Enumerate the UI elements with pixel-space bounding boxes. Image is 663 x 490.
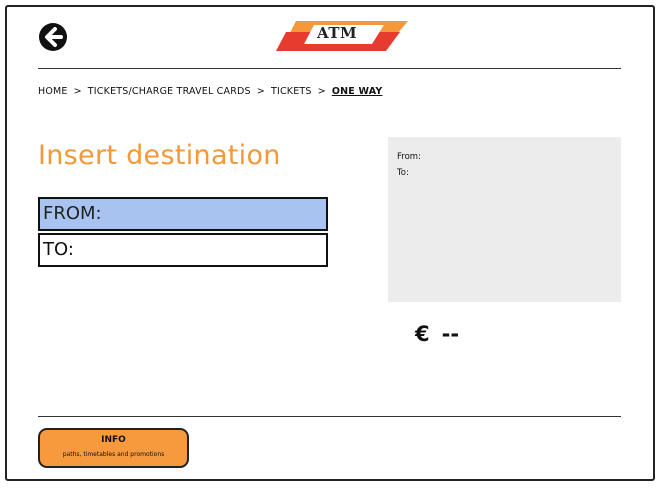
info-button-subtitle: paths, timetables and promotions <box>62 451 165 458</box>
breadcrumb-separator: > <box>73 86 82 97</box>
breadcrumb-tickets-charge[interactable]: TICKETS/CHARGE TRAVEL CARDS <box>88 86 251 97</box>
breadcrumb-tickets[interactable]: TICKETS <box>271 86 312 97</box>
euro-icon: € <box>415 322 430 346</box>
price-display: € -- <box>415 322 459 346</box>
summary-from-label: From: <box>397 152 421 162</box>
breadcrumb: HOME > TICKETS/CHARGE TRAVEL CARDS > TICKETS… <box>38 86 382 97</box>
back-button[interactable] <box>38 22 68 52</box>
from-field[interactable]: FROM: <box>38 197 328 231</box>
breadcrumb-separator: > <box>256 86 265 97</box>
info-button-title: INFO <box>101 435 126 445</box>
arrow-left-circle-icon <box>39 23 67 51</box>
info-button[interactable]: INFO paths, timetables and promotions <box>38 428 189 468</box>
to-field[interactable]: TO: <box>38 233 328 267</box>
price-value: -- <box>441 322 460 346</box>
breadcrumb-separator: > <box>317 86 326 97</box>
page-title: Insert destination <box>38 140 281 171</box>
header-divider <box>38 68 621 69</box>
summary-to-label: To: <box>397 168 409 178</box>
breadcrumb-one-way: ONE WAY <box>331 86 383 97</box>
breadcrumb-home[interactable]: HOME <box>38 86 68 97</box>
footer-divider <box>38 416 621 417</box>
logo-text: ATM <box>317 24 358 42</box>
trip-summary-panel: From: To: <box>388 137 621 302</box>
